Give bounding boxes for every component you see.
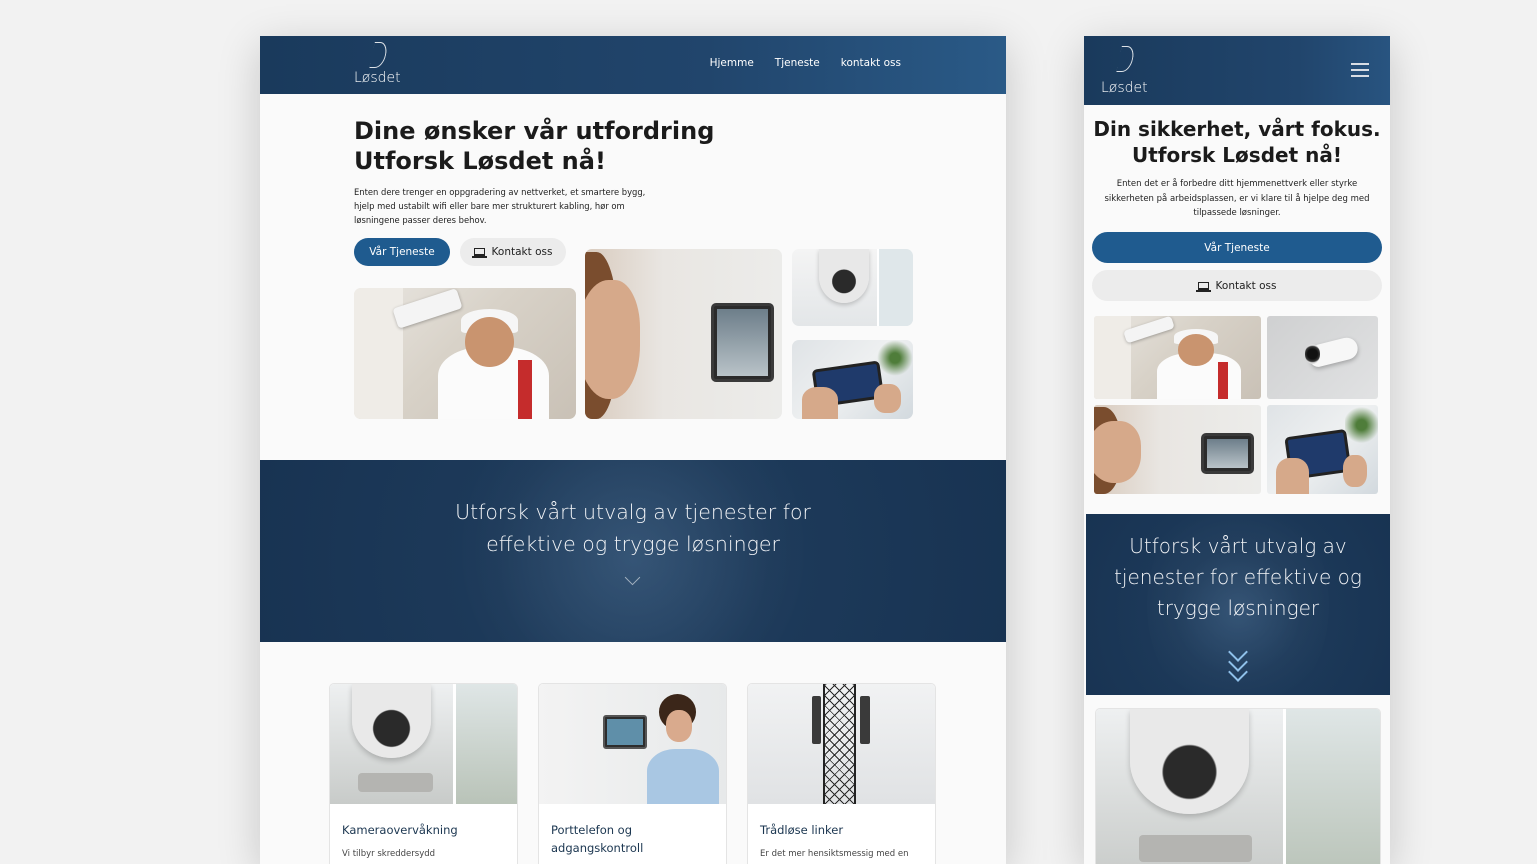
- hero-text: Enten dere trenger en oppgradering av ne…: [354, 187, 646, 225]
- mobile-title-line1: Din sikkerhet, vårt fokus.: [1093, 117, 1381, 141]
- hamburger-menu-icon[interactable]: [1351, 63, 1369, 77]
- installer-photo: [354, 288, 576, 419]
- mobile-kontakt-oss-label: Kontakt oss: [1215, 279, 1277, 292]
- logo-name: Løsdet: [1101, 80, 1148, 96]
- mobile-card-image-dome-camera: [1096, 709, 1380, 864]
- mobile-bullet-camera-photo: [1267, 316, 1378, 399]
- desktop-hero: Dine ønsker vår utfordring Utforsk Løsde…: [260, 94, 1006, 460]
- nav-link-kontakt[interactable]: kontakt oss: [841, 57, 901, 69]
- band-text: Utforsk vårt utvalg av tjenester for eff…: [260, 496, 1006, 560]
- mobile-title-line2: Utforsk Løsdet nå!: [1132, 143, 1342, 167]
- mobile-services-band: Utforsk vårt utvalg av tjenester for eff…: [1086, 514, 1390, 695]
- mobile-tablet-app-photo: [1267, 405, 1378, 494]
- mobile-mockup: Løsdet Din sikkerhet, vårt fokus. Utfors…: [1084, 36, 1390, 864]
- desktop-mockup: Løsdet Hjemme Tjeneste kontakt oss Dine …: [260, 36, 1006, 864]
- service-card-porttelefon[interactable]: Porttelefon og adgangskontroll: [538, 683, 727, 864]
- laptop-icon: [1195, 281, 1211, 292]
- card-desc: Er det mer hensiktsmessig med en: [760, 849, 909, 859]
- band-text-line1: Utforsk vårt utvalg av tjenester for: [455, 500, 811, 524]
- nav-link-hjemme[interactable]: Hjemme: [710, 57, 754, 69]
- mobile-logo[interactable]: Løsdet: [1101, 42, 1151, 98]
- desktop-header: Løsdet Hjemme Tjeneste kontakt oss: [260, 36, 1006, 94]
- mobile-header: Løsdet: [1084, 36, 1390, 105]
- var-tjeneste-button[interactable]: Vår Tjeneste: [354, 238, 450, 266]
- service-card-tradlose[interactable]: Trådløse linker Er det mer hensiktsmessi…: [747, 683, 936, 864]
- dome-camera-photo: [792, 249, 913, 326]
- band-text-line2: effektive og trygge løsninger: [486, 532, 780, 556]
- mobile-var-tjeneste-button[interactable]: Vår Tjeneste: [1092, 232, 1382, 263]
- kontakt-oss-label: Kontakt oss: [491, 246, 553, 258]
- kontakt-oss-button[interactable]: Kontakt oss: [460, 238, 566, 266]
- nav-link-tjeneste[interactable]: Tjeneste: [775, 57, 820, 69]
- mobile-band-text: Utforsk vårt utvalg av tjenester for eff…: [1114, 534, 1362, 620]
- card-title: Kameraovervåkning: [342, 823, 458, 837]
- hero-title: Dine ønsker vår utfordring Utforsk Løsde…: [354, 116, 734, 176]
- card-image-dome-camera: [330, 684, 517, 804]
- tablet-app-photo: [792, 340, 913, 419]
- card-title: Trådløse linker: [760, 823, 844, 837]
- mobile-installer-photo: [1094, 316, 1261, 399]
- mobile-service-card[interactable]: [1095, 708, 1381, 864]
- desktop-logo[interactable]: Løsdet: [354, 40, 404, 90]
- desktop-services-band: Utforsk vårt utvalg av tjenester for eff…: [260, 460, 1006, 642]
- logo-mark-icon: [1116, 46, 1136, 72]
- card-desc: Vi tilbyr skreddersydd: [342, 849, 436, 859]
- mobile-kontakt-oss-button[interactable]: Kontakt oss: [1092, 270, 1382, 301]
- card-title: Porttelefon og adgangskontroll: [551, 823, 644, 855]
- mobile-woman-intercom-photo: [1094, 405, 1261, 494]
- mobile-hero-text: Enten det er å forbedre ditt hjemmenettv…: [1104, 179, 1370, 218]
- desktop-nav: Hjemme Tjeneste kontakt oss: [710, 57, 901, 69]
- logo-name: Løsdet: [354, 70, 401, 86]
- card-image-intercom: [539, 684, 726, 804]
- chevron-down-icon[interactable]: [624, 569, 641, 586]
- mobile-hero-title: Din sikkerhet, vårt fokus. Utforsk Løsde…: [1084, 116, 1390, 168]
- logo-mark-icon: [369, 42, 389, 68]
- hero-title-line1: Dine ønsker vår utfordring: [354, 117, 715, 145]
- hero-title-line2: Utforsk Løsdet nå!: [354, 147, 606, 175]
- card-image-antenna-tower: [748, 684, 935, 804]
- woman-intercom-photo: [585, 249, 782, 419]
- service-card-kamera[interactable]: Kameraovervåkning Vi tilbyr skreddersydd: [329, 683, 518, 864]
- laptop-icon: [471, 248, 487, 258]
